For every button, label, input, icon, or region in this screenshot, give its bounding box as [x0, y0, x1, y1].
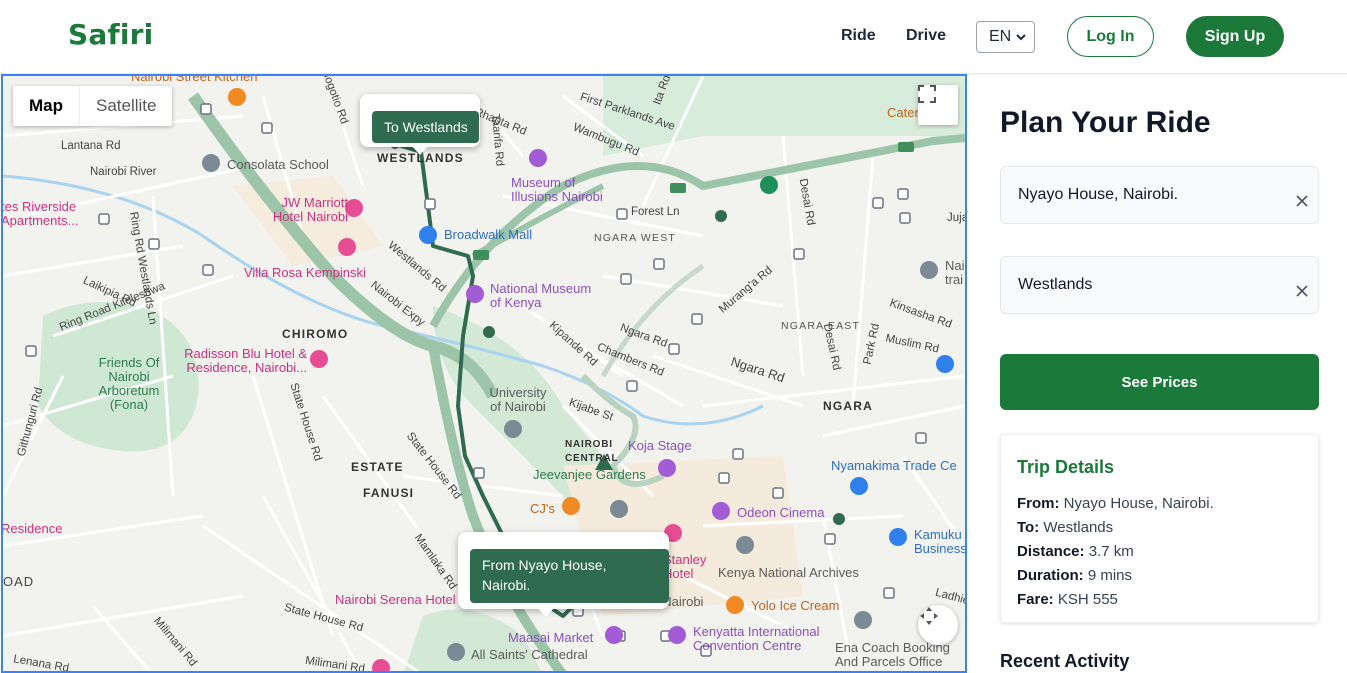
trip-from-value: Nyayo House, Nairobi.: [1063, 495, 1214, 512]
destination-input[interactable]: Westlands: [1000, 256, 1319, 314]
vehicle-dot: [483, 326, 495, 338]
see-prices-button[interactable]: See Prices: [1000, 354, 1319, 410]
place-label[interactable]: Radisson Blu Hotel & Residence, Nairobi.…: [167, 347, 307, 375]
map-type-map-button[interactable]: Map: [13, 86, 80, 126]
top-nav-bar: Safiri Ride Drive EN Log In Sign Up: [0, 0, 1347, 74]
language-value: EN: [989, 28, 1012, 45]
area-label: NGARA WEST: [594, 232, 677, 244]
a2-shield: [898, 142, 914, 152]
place-label[interactable]: All Saints' Cathedral: [471, 648, 588, 662]
trip-details-card: Trip Details From: Nyayo House, Nairobi.…: [1000, 434, 1319, 623]
info-window-tip: [412, 146, 428, 155]
place-label[interactable]: Museum of Illusions Nairobi: [511, 176, 621, 204]
road-label: Juja: [947, 212, 967, 224]
trip-duration-value: 9 mins: [1087, 567, 1133, 584]
area-label: FANUSI: [363, 486, 415, 500]
pickup-value: Nyayo House, Nairobi.: [1018, 186, 1179, 203]
area-label: ESTATE: [351, 460, 404, 474]
clear-pickup-button[interactable]: [1294, 193, 1310, 209]
place-label[interactable]: JW Marriott Hotel Nairobi: [258, 196, 348, 224]
place-label[interactable]: National Museum of Kenya: [490, 282, 600, 310]
nav-ride-link[interactable]: Ride: [841, 27, 876, 45]
trip-distance-value: 3.7 km: [1088, 543, 1134, 560]
place-label[interactable]: Jeevanjee Gardens: [533, 468, 646, 482]
place-label: Cater: [887, 105, 919, 120]
destination-value: Westlands: [1018, 276, 1093, 293]
place-label: tes Riverside: [1, 199, 77, 214]
trip-fare-value: KSH 555: [1057, 591, 1118, 608]
fullscreen-button[interactable]: [918, 85, 958, 125]
recent-activity-heading: Recent Activity: [1000, 651, 1130, 671]
place-label[interactable]: CJ's: [530, 502, 555, 516]
place-label[interactable]: Stanley Hotel: [663, 553, 723, 581]
area-label: NGARA EAST: [781, 320, 861, 332]
origin-label[interactable]: From Nyayo House, Nairobi.: [470, 549, 669, 603]
place-label[interactable]: Kenyatta International Convention Centre: [693, 625, 843, 653]
place-label[interactable]: Kenya National Archives: [718, 566, 859, 580]
vehicle-dot: [833, 513, 845, 525]
trip-fare-label: Fare:: [1017, 591, 1054, 608]
vehicle-dot: [715, 210, 727, 222]
trip-duration-row: Duration: 9 mins: [1017, 564, 1302, 588]
place-label[interactable]: Yolo Ice Cream: [751, 599, 839, 613]
info-window-tip: [538, 608, 554, 617]
map-pan-control[interactable]: [918, 605, 958, 645]
trip-details-title: Trip Details: [1017, 457, 1115, 477]
route-map[interactable]: Lantana Rd Nairobi River Rhapta Rd Mogot…: [1, 74, 967, 673]
area-label: NGARA: [823, 399, 873, 413]
place-label[interactable]: Broadwalk Mall: [444, 228, 532, 242]
a2-shield: [670, 183, 686, 193]
place-label[interactable]: Ena Coach Booking And Parcels Office: [835, 641, 965, 669]
area-label: NAIROBI CENTRAL: [565, 439, 619, 464]
map-type-control: Map Satellite: [13, 86, 173, 126]
place-label[interactable]: Nyamakima Trade Ce: [831, 459, 957, 473]
nav-drive-link[interactable]: Drive: [906, 27, 946, 45]
trip-distance-label: Distance:: [1017, 543, 1085, 560]
road-label: OAD: [3, 574, 35, 589]
place-label[interactable]: Friends Of Nairobi Arboretum (Fona): [89, 356, 169, 412]
place-label: Residence: [1, 521, 63, 536]
close-icon: [1296, 285, 1308, 297]
road-label: Forest Ln: [631, 206, 680, 218]
road-label: Lantana Rd: [61, 140, 121, 152]
origin-info-window: From Nyayo House, Nairobi.: [458, 532, 669, 617]
trip-to-row: To: Westlands: [1017, 516, 1302, 540]
place-label[interactable]: Villa Rosa Kempinski: [244, 266, 366, 280]
area-label: CHIROMO: [282, 327, 349, 341]
place-label[interactable]: Nairobi Serena Hotel: [335, 593, 456, 607]
place-label[interactable]: Odeon Cinema: [737, 506, 824, 520]
trip-from-label: From:: [1017, 495, 1060, 512]
place-label: Nai trai: [945, 258, 965, 287]
logo[interactable]: Safiri: [68, 18, 153, 51]
trip-from-row: From: Nyayo House, Nairobi.: [1017, 492, 1302, 516]
trip-fare-row: Fare: KSH 555: [1017, 588, 1302, 612]
a2-shield: [473, 250, 489, 260]
destination-info-window: To Westlands: [360, 94, 480, 155]
place-label[interactable]: Maasai Market: [508, 631, 593, 645]
place-label[interactable]: University of Nairobi: [483, 386, 553, 414]
close-icon: [1296, 195, 1308, 207]
clear-destination-button[interactable]: [1294, 283, 1310, 299]
fullscreen-icon: [918, 85, 936, 103]
place-label[interactable]: Koja Stage: [628, 439, 692, 453]
place-label[interactable]: Consolata School: [227, 158, 329, 172]
trip-to-value: Westlands: [1043, 519, 1114, 536]
trip-duration-label: Duration:: [1017, 567, 1084, 584]
trip-to-label: To:: [1017, 519, 1040, 536]
pickup-input[interactable]: Nyayo House, Nairobi.: [1000, 166, 1319, 224]
destination-label[interactable]: To Westlands: [372, 111, 479, 143]
page-title: Plan Your Ride: [1000, 106, 1211, 139]
place-label: Apartments...: [1, 213, 79, 228]
place-label[interactable]: Kamuku Business: [914, 528, 965, 556]
login-button[interactable]: Log In: [1067, 16, 1154, 57]
road-label: Nairobi River: [90, 166, 157, 178]
language-select[interactable]: EN: [976, 21, 1035, 53]
trip-distance-row: Distance: 3.7 km: [1017, 540, 1302, 564]
map-type-satellite-button[interactable]: Satellite: [80, 86, 172, 126]
place-label: Nairobi Street Kitchen: [131, 74, 258, 84]
move-arrows-icon: [920, 607, 938, 625]
chevron-down-icon: [1015, 31, 1027, 46]
signup-button[interactable]: Sign Up: [1186, 16, 1284, 57]
